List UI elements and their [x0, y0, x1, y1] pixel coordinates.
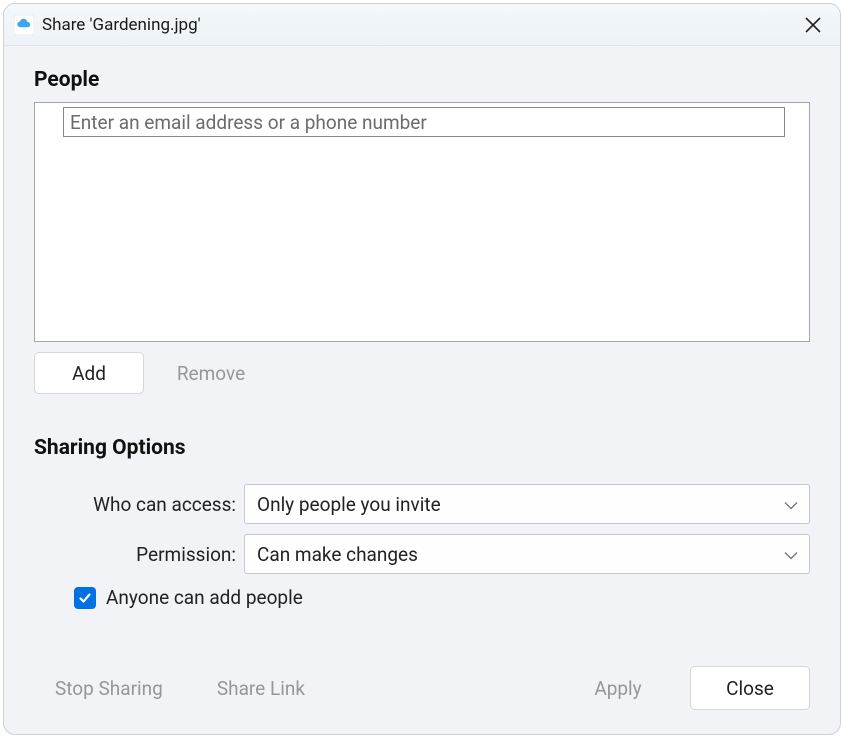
- remove-button[interactable]: Remove: [154, 352, 268, 394]
- close-icon: [804, 16, 822, 34]
- anyone-can-add-label: Anyone can add people: [106, 586, 303, 609]
- dialog-title: Share 'Gardening.jpg': [42, 15, 201, 35]
- close-dialog-button[interactable]: Close: [690, 666, 810, 710]
- checkmark-icon: [78, 591, 92, 605]
- permission-label: Permission:: [34, 543, 244, 566]
- people-actions: Add Remove: [34, 352, 810, 394]
- stop-sharing-button[interactable]: Stop Sharing: [34, 666, 184, 710]
- people-email-input[interactable]: [63, 107, 785, 137]
- close-button[interactable]: [800, 12, 826, 38]
- anyone-can-add-checkbox[interactable]: [74, 587, 96, 609]
- people-list: [34, 102, 810, 342]
- anyone-can-add-row: Anyone can add people: [34, 586, 810, 609]
- permission-select-value: Can make changes: [257, 543, 418, 566]
- add-button[interactable]: Add: [34, 352, 144, 394]
- share-link-button[interactable]: Share Link: [196, 666, 326, 710]
- titlebar: Share 'Gardening.jpg': [4, 4, 840, 46]
- sharing-options: Who can access: Only people you invite P…: [34, 484, 810, 609]
- access-label: Who can access:: [34, 493, 244, 516]
- access-select-value: Only people you invite: [257, 493, 441, 516]
- sharing-options-heading: Sharing Options: [34, 436, 810, 460]
- access-row: Who can access: Only people you invite: [34, 484, 810, 524]
- cloud-app-icon: [14, 15, 34, 35]
- access-select[interactable]: Only people you invite: [244, 484, 810, 524]
- permission-row: Permission: Can make changes: [34, 534, 810, 574]
- dialog-content: People Add Remove Sharing Options Who ca…: [4, 46, 840, 666]
- dialog-footer: Stop Sharing Share Link Apply Close: [4, 666, 840, 734]
- scrollbar-gutter: [791, 103, 809, 341]
- share-dialog-window: Share 'Gardening.jpg' People Add Remove …: [3, 3, 841, 735]
- apply-button[interactable]: Apply: [558, 666, 678, 710]
- people-heading: People: [34, 68, 810, 92]
- permission-select[interactable]: Can make changes: [244, 534, 810, 574]
